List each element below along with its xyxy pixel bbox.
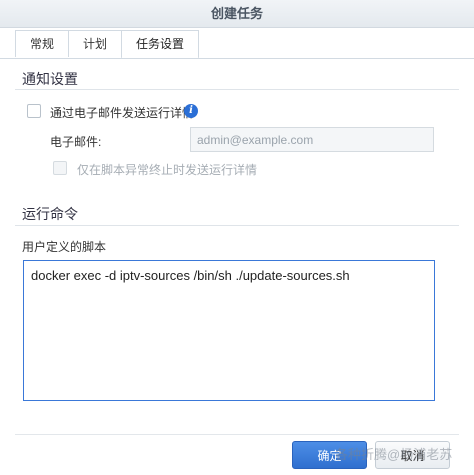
footer-divider bbox=[15, 434, 459, 435]
tab-divider bbox=[0, 58, 474, 59]
email-field-label: 电子邮件: bbox=[50, 135, 102, 149]
run-command-section-title: 运行命令 bbox=[22, 206, 78, 222]
cancel-button[interactable]: 取消 bbox=[375, 441, 450, 469]
script-input[interactable] bbox=[23, 260, 435, 401]
email-details-checkbox[interactable] bbox=[27, 104, 41, 118]
tab-bar: 常规 计划 任务设置 bbox=[15, 27, 200, 59]
email-details-label: 通过电子邮件发送运行详情 bbox=[50, 106, 195, 120]
section-divider bbox=[15, 89, 459, 90]
notification-section-title: 通知设置 bbox=[22, 71, 78, 87]
script-label: 用户定义的脚本 bbox=[22, 240, 107, 254]
tab-general[interactable]: 常规 bbox=[15, 30, 70, 57]
abnormal-only-checkbox[interactable] bbox=[53, 161, 67, 175]
section-divider bbox=[15, 225, 459, 226]
tab-schedule[interactable]: 计划 bbox=[68, 30, 123, 57]
info-icon[interactable]: i bbox=[184, 104, 198, 118]
email-field[interactable] bbox=[190, 127, 434, 152]
tab-task-settings[interactable]: 任务设置 bbox=[121, 30, 200, 59]
abnormal-only-label: 仅在脚本异常终止时发送运行详情 bbox=[77, 163, 258, 177]
window-title: 创建任务 bbox=[0, 0, 474, 28]
ok-button[interactable]: 确定 bbox=[292, 441, 367, 469]
